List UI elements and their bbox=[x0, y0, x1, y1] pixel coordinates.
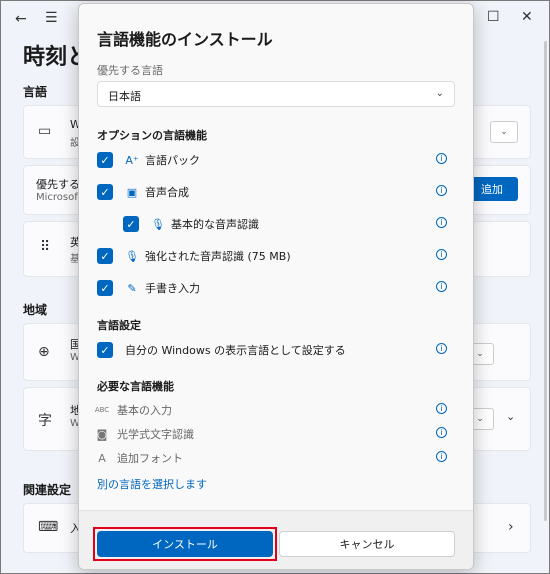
close-window-icon[interactable]: ✕ bbox=[521, 9, 533, 25]
dialog-title: 言語機能のインストール bbox=[97, 30, 273, 49]
info-icon[interactable]: i bbox=[436, 427, 447, 438]
selected-language: 日本語 bbox=[108, 90, 141, 103]
microphone-icon: 🎙 bbox=[151, 217, 165, 231]
card-subtitle: Microsoft bbox=[36, 192, 82, 203]
required-feature-fonts: A 追加フォント i bbox=[79, 448, 473, 468]
language-settings-header: 言語設定 bbox=[97, 319, 141, 332]
info-icon[interactable]: i bbox=[436, 217, 447, 228]
language-format-icon: 字 bbox=[38, 413, 52, 429]
language-pack-checkbox[interactable]: ✓ bbox=[97, 152, 113, 168]
preferred-language-label: 優先する言語 bbox=[97, 64, 163, 77]
speech-bubble-icon: ▣ bbox=[126, 185, 138, 199]
optional-feature-language-pack: ✓ A⁺ 言語パック i bbox=[79, 150, 473, 170]
drag-handle-icon[interactable]: ⠿ bbox=[40, 239, 50, 255]
cancel-button[interactable]: キャンセル bbox=[279, 531, 455, 557]
dialog-footer: インストール キャンセル bbox=[79, 510, 473, 569]
ocr-label: 光学式文字認識 bbox=[117, 428, 194, 441]
display-language-checkbox[interactable]: ✓ bbox=[97, 342, 113, 358]
info-icon[interactable]: i bbox=[436, 343, 447, 354]
display-language-label: 自分の Windows の表示言語として設定する bbox=[125, 344, 346, 357]
install-language-features-dialog: 言語機能のインストール 優先する言語 日本語 ⌄ オプションの言語機能 ✓ A⁺… bbox=[78, 3, 474, 570]
info-icon[interactable]: i bbox=[436, 451, 447, 462]
section-language: 言語 bbox=[23, 85, 48, 99]
info-icon[interactable]: i bbox=[436, 281, 447, 292]
basic-speech-checkbox[interactable]: ✓ bbox=[123, 216, 139, 232]
handwriting-label: 手書き入力 bbox=[145, 282, 200, 295]
chevron-down-icon: ⌄ bbox=[435, 88, 444, 99]
handwriting-checkbox[interactable]: ✓ bbox=[97, 280, 113, 296]
globe-icon: ⊕ bbox=[38, 344, 50, 360]
section-region: 地域 bbox=[23, 303, 48, 317]
required-features-header: 必要な言語機能 bbox=[97, 380, 174, 393]
card-title: 優先する bbox=[36, 178, 80, 191]
pen-icon: ✎ bbox=[127, 281, 137, 295]
expand-chevron-icon[interactable]: ⌄ bbox=[506, 410, 515, 423]
back-arrow-icon[interactable]: ← bbox=[15, 11, 27, 27]
dropdown-chevron-icon[interactable]: ⌄ bbox=[490, 121, 518, 143]
maximize-icon[interactable]: ☐ bbox=[487, 9, 500, 25]
menu-icon[interactable]: ☰ bbox=[45, 10, 58, 26]
tts-label: 音声合成 bbox=[145, 186, 189, 199]
tts-checkbox[interactable]: ✓ bbox=[97, 184, 113, 200]
scrollbar[interactable] bbox=[544, 41, 547, 521]
optional-features-header: オプションの言語機能 bbox=[97, 129, 207, 142]
optional-feature-enhanced-speech: ✓ 🎙 強化された音声認識 (75 MB) i bbox=[79, 246, 473, 266]
info-icon[interactable]: i bbox=[436, 403, 447, 414]
language-pack-label: 言語パック bbox=[145, 154, 200, 167]
choose-another-language-link[interactable]: 別の言語を選択します bbox=[97, 476, 207, 492]
required-feature-ocr: ◙ 光学式文字認識 i bbox=[79, 424, 473, 444]
preferred-language-select[interactable]: 日本語 ⌄ bbox=[97, 81, 455, 107]
microphone-icon: 🎙 bbox=[125, 249, 139, 263]
font-icon: A bbox=[98, 451, 106, 465]
optional-feature-basic-speech: ✓ 🎙 基本的な音声認識 i bbox=[79, 214, 473, 234]
basic-speech-label: 基本的な音声認識 bbox=[171, 218, 259, 231]
camera-ocr-icon: ◙ bbox=[96, 427, 108, 441]
basic-typing-label: 基本の入力 bbox=[117, 404, 172, 417]
info-icon[interactable]: i bbox=[436, 153, 447, 164]
enhanced-speech-label: 強化された音声認識 (75 MB) bbox=[145, 250, 291, 263]
optional-feature-tts: ✓ ▣ 音声合成 i bbox=[79, 182, 473, 202]
enhanced-speech-checkbox[interactable]: ✓ bbox=[97, 248, 113, 264]
optional-feature-handwriting: ✓ ✎ 手書き入力 i bbox=[79, 278, 473, 298]
info-icon[interactable]: i bbox=[436, 185, 447, 196]
display-language-setting: ✓ 自分の Windows の表示言語として設定する i bbox=[79, 340, 473, 360]
monitor-icon: ▭ bbox=[38, 123, 52, 139]
info-icon[interactable]: i bbox=[436, 249, 447, 260]
keyboard-icon: ⌨ bbox=[38, 519, 59, 535]
abc-typing-icon: ABC bbox=[94, 406, 110, 414]
highlight-box bbox=[93, 527, 277, 561]
chevron-right-icon[interactable]: › bbox=[508, 519, 514, 535]
fonts-label: 追加フォント bbox=[117, 452, 183, 465]
section-related-settings: 関連設定 bbox=[23, 483, 72, 497]
language-pack-icon: A⁺ bbox=[125, 153, 139, 167]
required-feature-basic-typing: ABC 基本の入力 i bbox=[79, 400, 473, 420]
